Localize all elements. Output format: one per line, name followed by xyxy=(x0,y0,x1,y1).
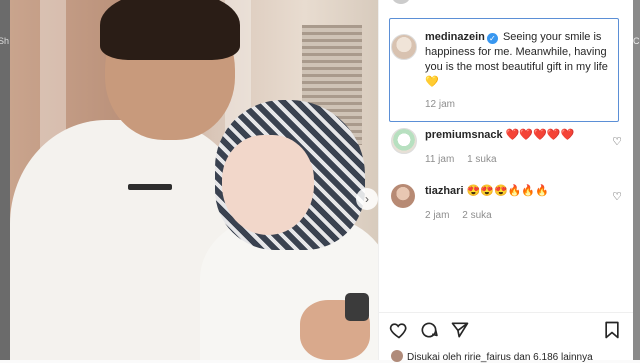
caption-comment: medinazein ✓ Seeing your smile is happine… xyxy=(425,30,621,90)
heart-icon[interactable] xyxy=(388,320,410,342)
share-icon[interactable] xyxy=(449,320,471,342)
comment-like-heart-icon[interactable]: ♡ xyxy=(611,136,623,148)
liked-by-text: Disukai oleh ririe_fairus dan 6.186 lain… xyxy=(407,352,593,363)
comment-likes[interactable]: 1 suka xyxy=(467,154,496,165)
caption-username[interactable]: medinazein xyxy=(425,31,485,43)
comment-text: ❤️❤️❤️❤️❤️ xyxy=(505,129,575,141)
comment-time[interactable]: 2 jam xyxy=(425,210,449,221)
avatar xyxy=(391,0,411,4)
comment-icon[interactable] xyxy=(418,320,440,342)
comment-time[interactable]: 11 jam xyxy=(425,154,454,165)
woman-face xyxy=(222,135,314,235)
background-post-left xyxy=(0,0,10,360)
post-photo[interactable]: › xyxy=(10,0,378,360)
bookmark-icon[interactable] xyxy=(601,320,623,342)
divider xyxy=(379,312,633,313)
liked-by[interactable]: Disukai oleh ririe_fairus dan 6.186 lain… xyxy=(391,350,593,363)
comment-item: tiazhari 😍😍😍🔥🔥🔥 xyxy=(425,184,621,199)
caption-meta: 12 jam xyxy=(425,99,465,110)
comment-likes[interactable]: 2 suka xyxy=(462,210,491,221)
comment-avatar[interactable] xyxy=(391,184,415,208)
comment-text: 😍😍😍🔥🔥🔥 xyxy=(466,185,549,197)
shirt-logo xyxy=(128,184,172,190)
avatar xyxy=(391,350,403,362)
next-photo-button[interactable]: › xyxy=(356,188,378,210)
comment-meta: 2 jam 2 suka xyxy=(425,210,502,221)
comment-username[interactable]: premiumsnack xyxy=(425,129,503,141)
comment-like-heart-icon[interactable]: ♡ xyxy=(611,191,623,203)
background-post-left-text: Sh xyxy=(0,36,10,46)
background-post-right xyxy=(632,0,640,360)
verified-badge-icon: ✓ xyxy=(486,33,498,44)
comment-avatar[interactable] xyxy=(391,128,417,154)
comment-username[interactable]: tiazhari xyxy=(425,185,464,197)
comment-meta: 11 jam 1 suka xyxy=(425,154,507,165)
comments-panel: medinazein ✓ Seeing your smile is happine… xyxy=(378,0,633,363)
comment-item: premiumsnack ❤️❤️❤️❤️❤️ xyxy=(425,128,621,143)
caption-avatar[interactable] xyxy=(391,34,417,60)
background-post-right-text: Ci xyxy=(633,36,640,46)
man-hair xyxy=(100,0,240,60)
wristwatch xyxy=(345,293,369,321)
caption-time[interactable]: 12 jam xyxy=(425,99,455,110)
